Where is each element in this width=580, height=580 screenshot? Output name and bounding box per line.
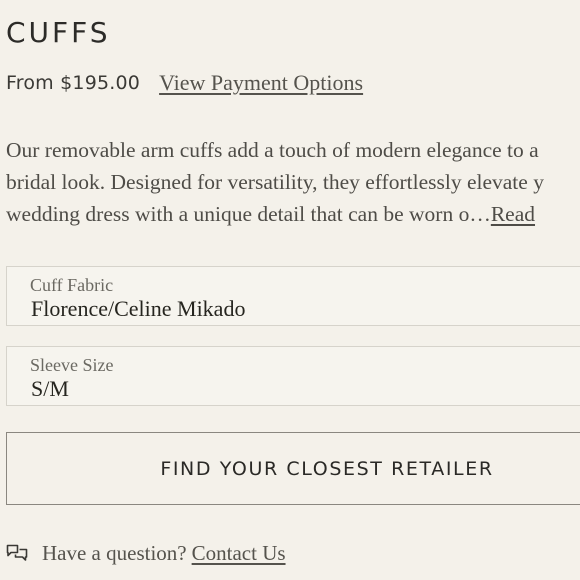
find-retailer-label: FIND YOUR CLOSEST RETAILER [160, 458, 494, 480]
product-price: From $195.00 [6, 72, 141, 94]
product-description: Our removable arm cuffs add a touch of m… [6, 134, 580, 230]
description-line: wedding dress with a unique detail that … [6, 198, 580, 230]
question-row: Have a question? Contact Us [6, 538, 286, 568]
product-title: CUFFS [6, 16, 111, 49]
find-retailer-button[interactable]: FIND YOUR CLOSEST RETAILER [6, 432, 580, 505]
chat-bubble-icon [6, 543, 28, 563]
cuff-fabric-label: Cuff Fabric [30, 275, 114, 295]
view-payment-options-link[interactable]: View Payment Options [159, 70, 363, 96]
description-line-text: wedding dress with a unique detail that … [6, 202, 491, 226]
product-page: CUFFS From $195.00 View Payment Options … [0, 0, 580, 580]
sleeve-size-value: S/M [31, 376, 69, 401]
price-row: From $195.00 View Payment Options [6, 68, 363, 98]
sleeve-size-select[interactable]: Sleeve Size S/M [6, 346, 580, 406]
description-line: bridal look. Designed for versatility, t… [6, 170, 544, 194]
cuff-fabric-select[interactable]: Cuff Fabric Florence/Celine Mikado [6, 266, 580, 326]
contact-us-link[interactable]: Contact Us [192, 541, 286, 566]
question-text: Have a question? [42, 540, 187, 565]
sleeve-size-label: Sleeve Size [30, 355, 114, 375]
cuff-fabric-value: Florence/Celine Mikado [31, 296, 246, 321]
description-line: Our removable arm cuffs add a touch of m… [6, 138, 539, 162]
read-more-link[interactable]: Read [491, 202, 535, 226]
